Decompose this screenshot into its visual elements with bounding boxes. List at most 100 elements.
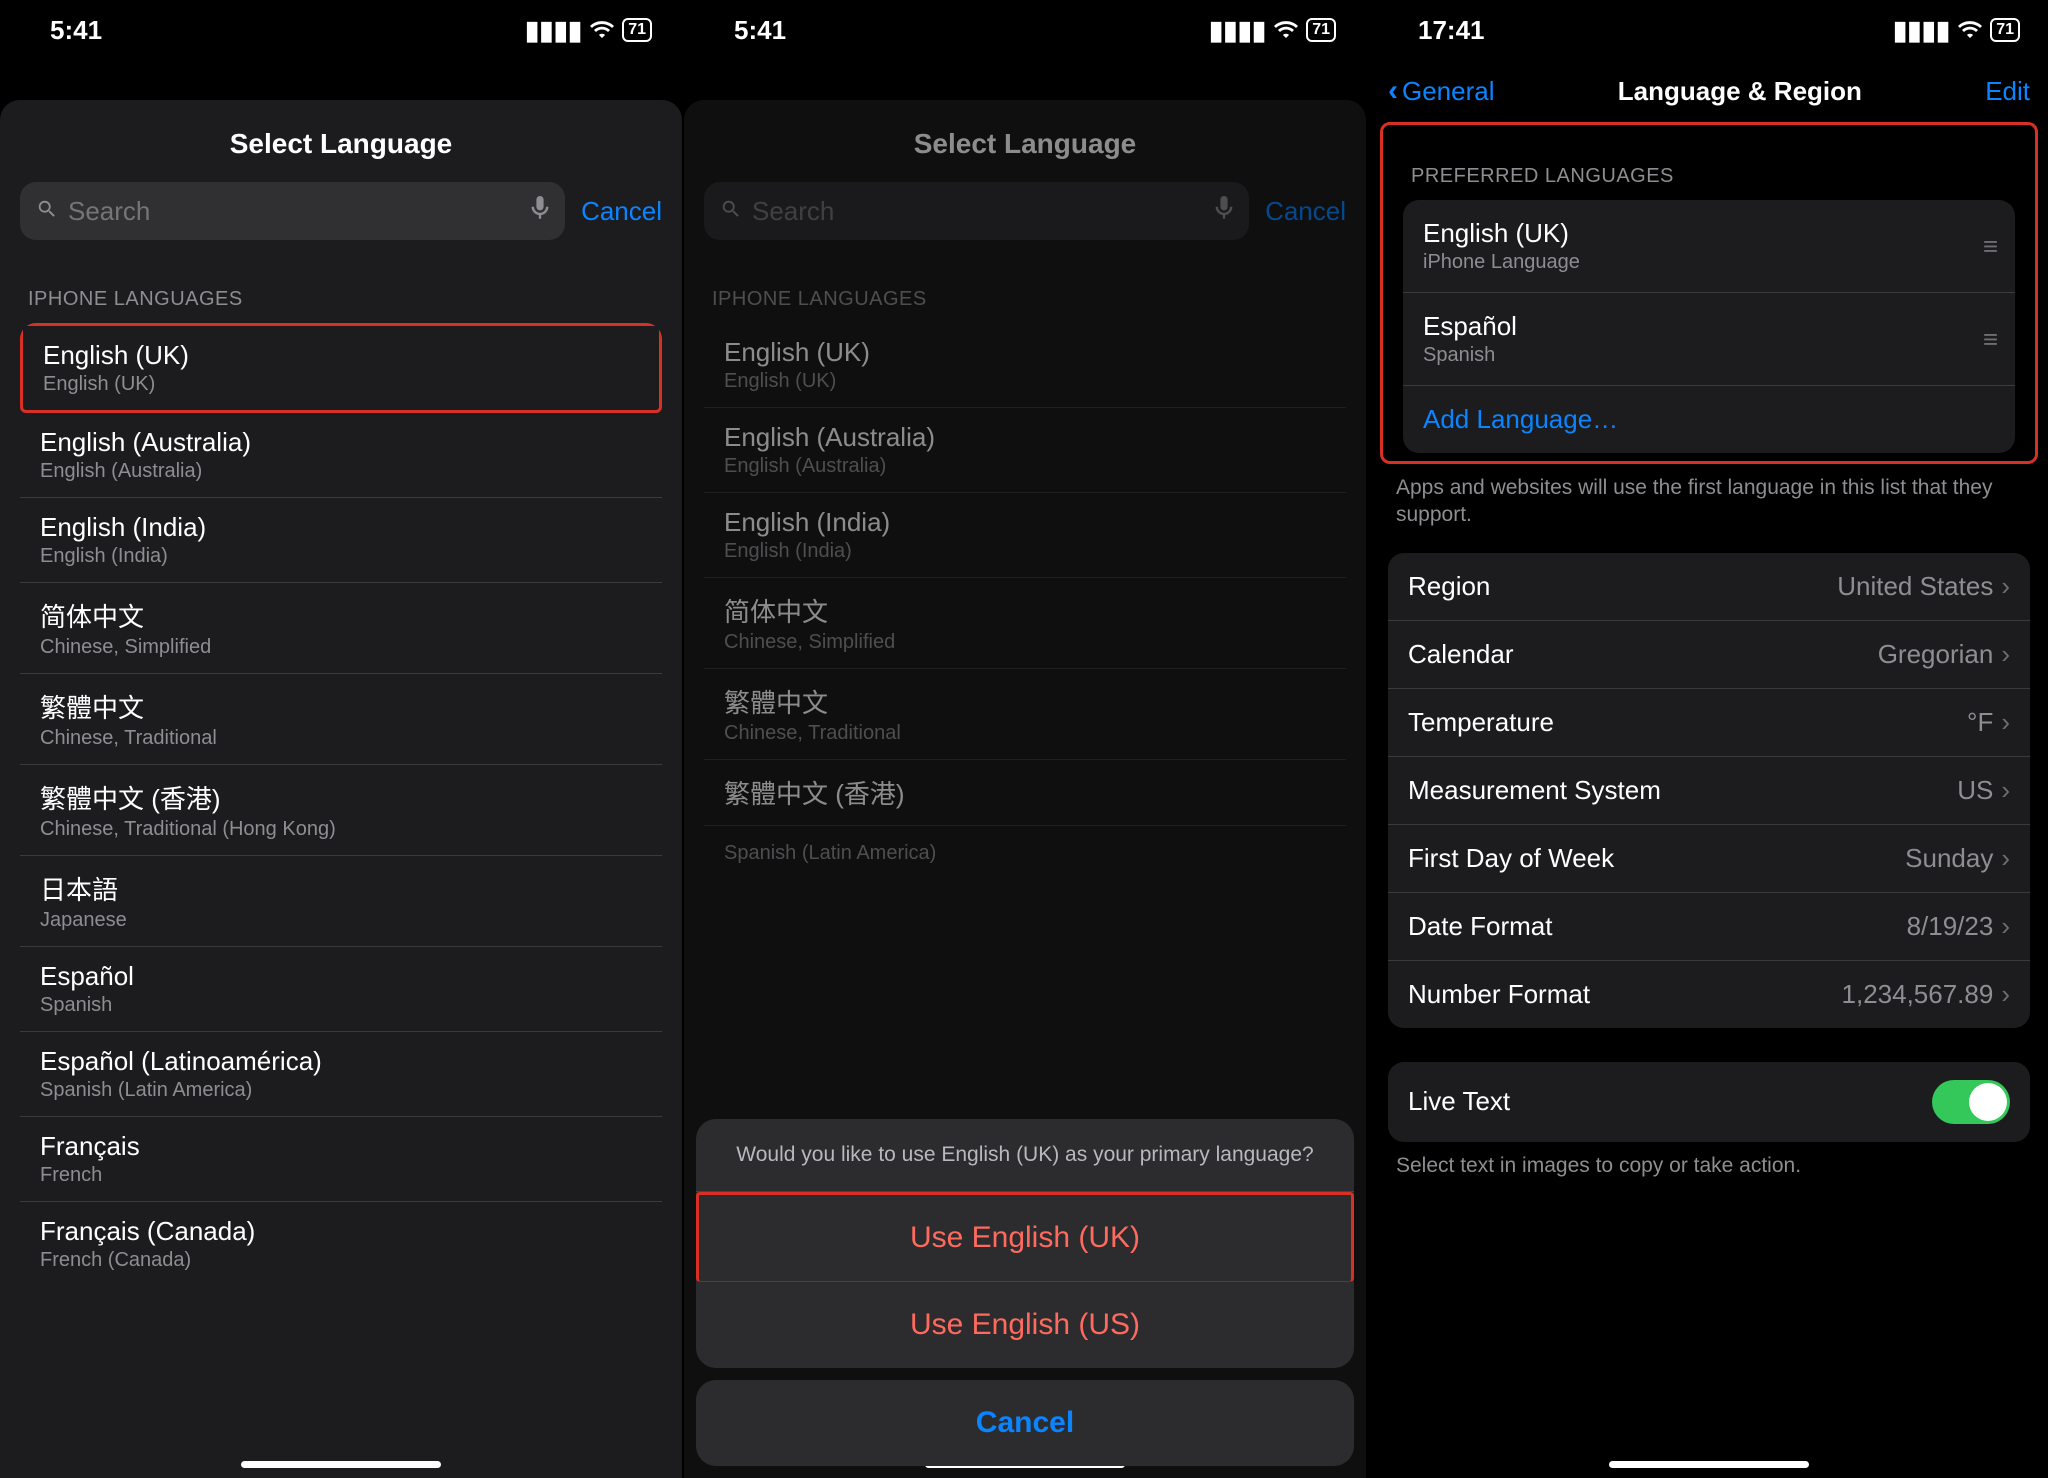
home-indicator[interactable]	[1609, 1461, 1809, 1468]
language-name: Español	[1423, 311, 1517, 342]
preferred-language-row[interactable]: EspañolSpanish≡	[1403, 293, 2015, 386]
setting-row[interactable]: First Day of WeekSunday›	[1388, 825, 2030, 893]
language-row[interactable]: Español (Latinoamérica)Spanish (Latin Am…	[20, 1032, 662, 1117]
back-label: General	[1402, 76, 1495, 107]
setting-row[interactable]: Date Format8/19/23›	[1388, 893, 2030, 961]
language-subtitle: English (Australia)	[40, 460, 642, 483]
language-row[interactable]: 日本語Japanese	[20, 856, 662, 947]
preferred-languages-list: English (UK)iPhone Language≡EspañolSpani…	[1403, 200, 2015, 453]
status-indicators: ▮▮▮▮ 71	[1209, 15, 1336, 46]
phone-panel-1: 5:41 ▮▮▮▮ 71 Select Language Cancel IPHO…	[0, 0, 682, 1478]
preferred-language-row[interactable]: English (UK)iPhone Language ≡	[1403, 200, 2015, 293]
language-subtitle: Japanese	[40, 909, 642, 932]
region-settings-list: RegionUnited States›CalendarGregorian›Te…	[1388, 553, 2030, 1028]
live-text-row[interactable]: Live Text	[1388, 1062, 2030, 1142]
action-sheet: Would you like to use English (UK) as yo…	[684, 1107, 1366, 1478]
search-field[interactable]	[20, 182, 565, 240]
setting-label: Region	[1408, 571, 1490, 602]
language-row[interactable]: 简体中文Chinese, Simplified	[704, 578, 1346, 669]
language-row[interactable]: English (India)English (India)	[20, 498, 662, 583]
setting-row[interactable]: Number Format 1,234,567.89›	[1388, 961, 2030, 1028]
setting-value: 1,234,567.89	[1842, 979, 1994, 1010]
add-language-row[interactable]: Add Language…	[1403, 386, 2015, 453]
setting-row[interactable]: Temperature°F›	[1388, 689, 2030, 757]
section-header: PREFERRED LANGUAGES	[1383, 125, 2035, 200]
live-text-toggle[interactable]	[1932, 1080, 2010, 1124]
language-name: English (UK)	[1423, 218, 1580, 249]
language-subtitle: Spanish (Latin America)	[40, 1079, 642, 1102]
wifi-icon	[590, 15, 614, 46]
chevron-right-icon: ›	[2001, 979, 2010, 1010]
use-english-uk-button[interactable]: Use English (UK)	[696, 1192, 1354, 1282]
setting-row[interactable]: RegionUnited States›	[1388, 553, 2030, 621]
modal-title: Select Language	[0, 100, 682, 182]
language-row[interactable]: English (Australia)English (Australia)	[704, 408, 1346, 493]
language-row[interactable]: 繁體中文Chinese, Traditional	[704, 669, 1346, 760]
search-field[interactable]	[704, 182, 1249, 240]
edit-button[interactable]: Edit	[1985, 76, 2030, 107]
setting-value: Sunday	[1905, 843, 1993, 874]
setting-label: Date Format	[1408, 911, 1553, 942]
phone-panel-2: 5:41 ▮▮▮▮ 71 Select Language Cancel IPHO…	[684, 0, 1366, 1478]
search-input[interactable]	[752, 196, 1205, 227]
language-list: English (UK)English (UK)English (Austral…	[704, 323, 1346, 879]
live-text-footer: Select text in images to copy or take ac…	[1368, 1142, 2048, 1203]
language-subtitle: Chinese, Simplified	[724, 631, 1326, 654]
language-row[interactable]: Spanish (Latin America)	[704, 826, 1346, 879]
language-row[interactable]: FrançaisFrench	[20, 1117, 662, 1202]
language-row[interactable]: English (Australia)English (Australia)	[20, 413, 662, 498]
status-time: 5:41	[734, 15, 786, 46]
status-time: 5:41	[50, 15, 102, 46]
mic-icon[interactable]	[531, 196, 549, 226]
language-subtitle: French	[40, 1164, 642, 1187]
sheet-cancel-button[interactable]: Cancel	[696, 1380, 1354, 1466]
battery-icon: 71	[1306, 18, 1336, 42]
language-name: English (Australia)	[724, 422, 1326, 453]
setting-value: °F	[1967, 707, 1993, 738]
section-header: IPHONE LANGUAGES	[0, 256, 682, 323]
setting-value: Gregorian	[1878, 639, 1994, 670]
preferred-languages-section: PREFERRED LANGUAGES English (UK)iPhone L…	[1380, 122, 2038, 464]
cancel-button[interactable]: Cancel	[1265, 196, 1346, 227]
drag-handle-icon[interactable]: ≡	[1983, 324, 1995, 355]
search-icon	[36, 196, 58, 227]
language-subtitle: English (UK)	[724, 370, 1326, 393]
status-indicators: ▮▮▮▮ 71	[1893, 15, 2020, 46]
live-text-label: Live Text	[1408, 1086, 1510, 1117]
use-english-us-button[interactable]: Use English (US)	[696, 1282, 1354, 1368]
language-row[interactable]: English (India)English (India)	[704, 493, 1346, 578]
status-bar: 5:41 ▮▮▮▮ 71	[684, 0, 1366, 60]
language-name: English (Australia)	[40, 427, 642, 458]
language-row[interactable]: 繁體中文Chinese, Traditional	[20, 674, 662, 765]
setting-label: First Day of Week	[1408, 843, 1614, 874]
language-row[interactable]: 繁體中文 (香港)	[704, 760, 1346, 826]
signal-icon: ▮▮▮▮	[1209, 15, 1266, 46]
search-input[interactable]	[68, 196, 521, 227]
status-time: 17:41	[1418, 15, 1485, 46]
chevron-right-icon: ›	[2001, 571, 2010, 602]
language-subtitle: Chinese, Traditional	[40, 727, 642, 750]
setting-label: Number Format	[1408, 979, 1590, 1010]
page-title: Language & Region	[1618, 76, 1862, 107]
language-row[interactable]: Français (Canada)French (Canada)	[20, 1202, 662, 1286]
setting-row[interactable]: CalendarGregorian›	[1388, 621, 2030, 689]
language-row[interactable]: 繁體中文 (香港)Chinese, Traditional (Hong Kong…	[20, 765, 662, 856]
home-indicator[interactable]	[241, 1461, 441, 1468]
language-row[interactable]: EspañolSpanish	[20, 947, 662, 1032]
language-subtitle: Spanish	[40, 994, 642, 1017]
cancel-button[interactable]: Cancel	[581, 196, 662, 227]
back-button[interactable]: ‹ General	[1388, 74, 1495, 108]
add-language-label: Add Language…	[1423, 404, 1618, 435]
drag-handle-icon[interactable]: ≡	[1983, 231, 1995, 262]
mic-icon[interactable]	[1215, 196, 1233, 226]
language-name: 简体中文	[724, 592, 1326, 629]
language-row[interactable]: 简体中文Chinese, Simplified	[20, 583, 662, 674]
language-name: English (India)	[724, 507, 1326, 538]
pref-footer-note: Apps and websites will use the first lan…	[1368, 464, 2048, 553]
language-subtitle: iPhone Language	[1423, 251, 1580, 274]
signal-icon: ▮▮▮▮	[1893, 15, 1950, 46]
language-name: Español (Latinoamérica)	[40, 1046, 642, 1077]
setting-row[interactable]: Measurement SystemUS›	[1388, 757, 2030, 825]
language-row[interactable]: English (UK)English (UK)	[20, 323, 662, 413]
language-row[interactable]: English (UK)English (UK)	[704, 323, 1346, 408]
